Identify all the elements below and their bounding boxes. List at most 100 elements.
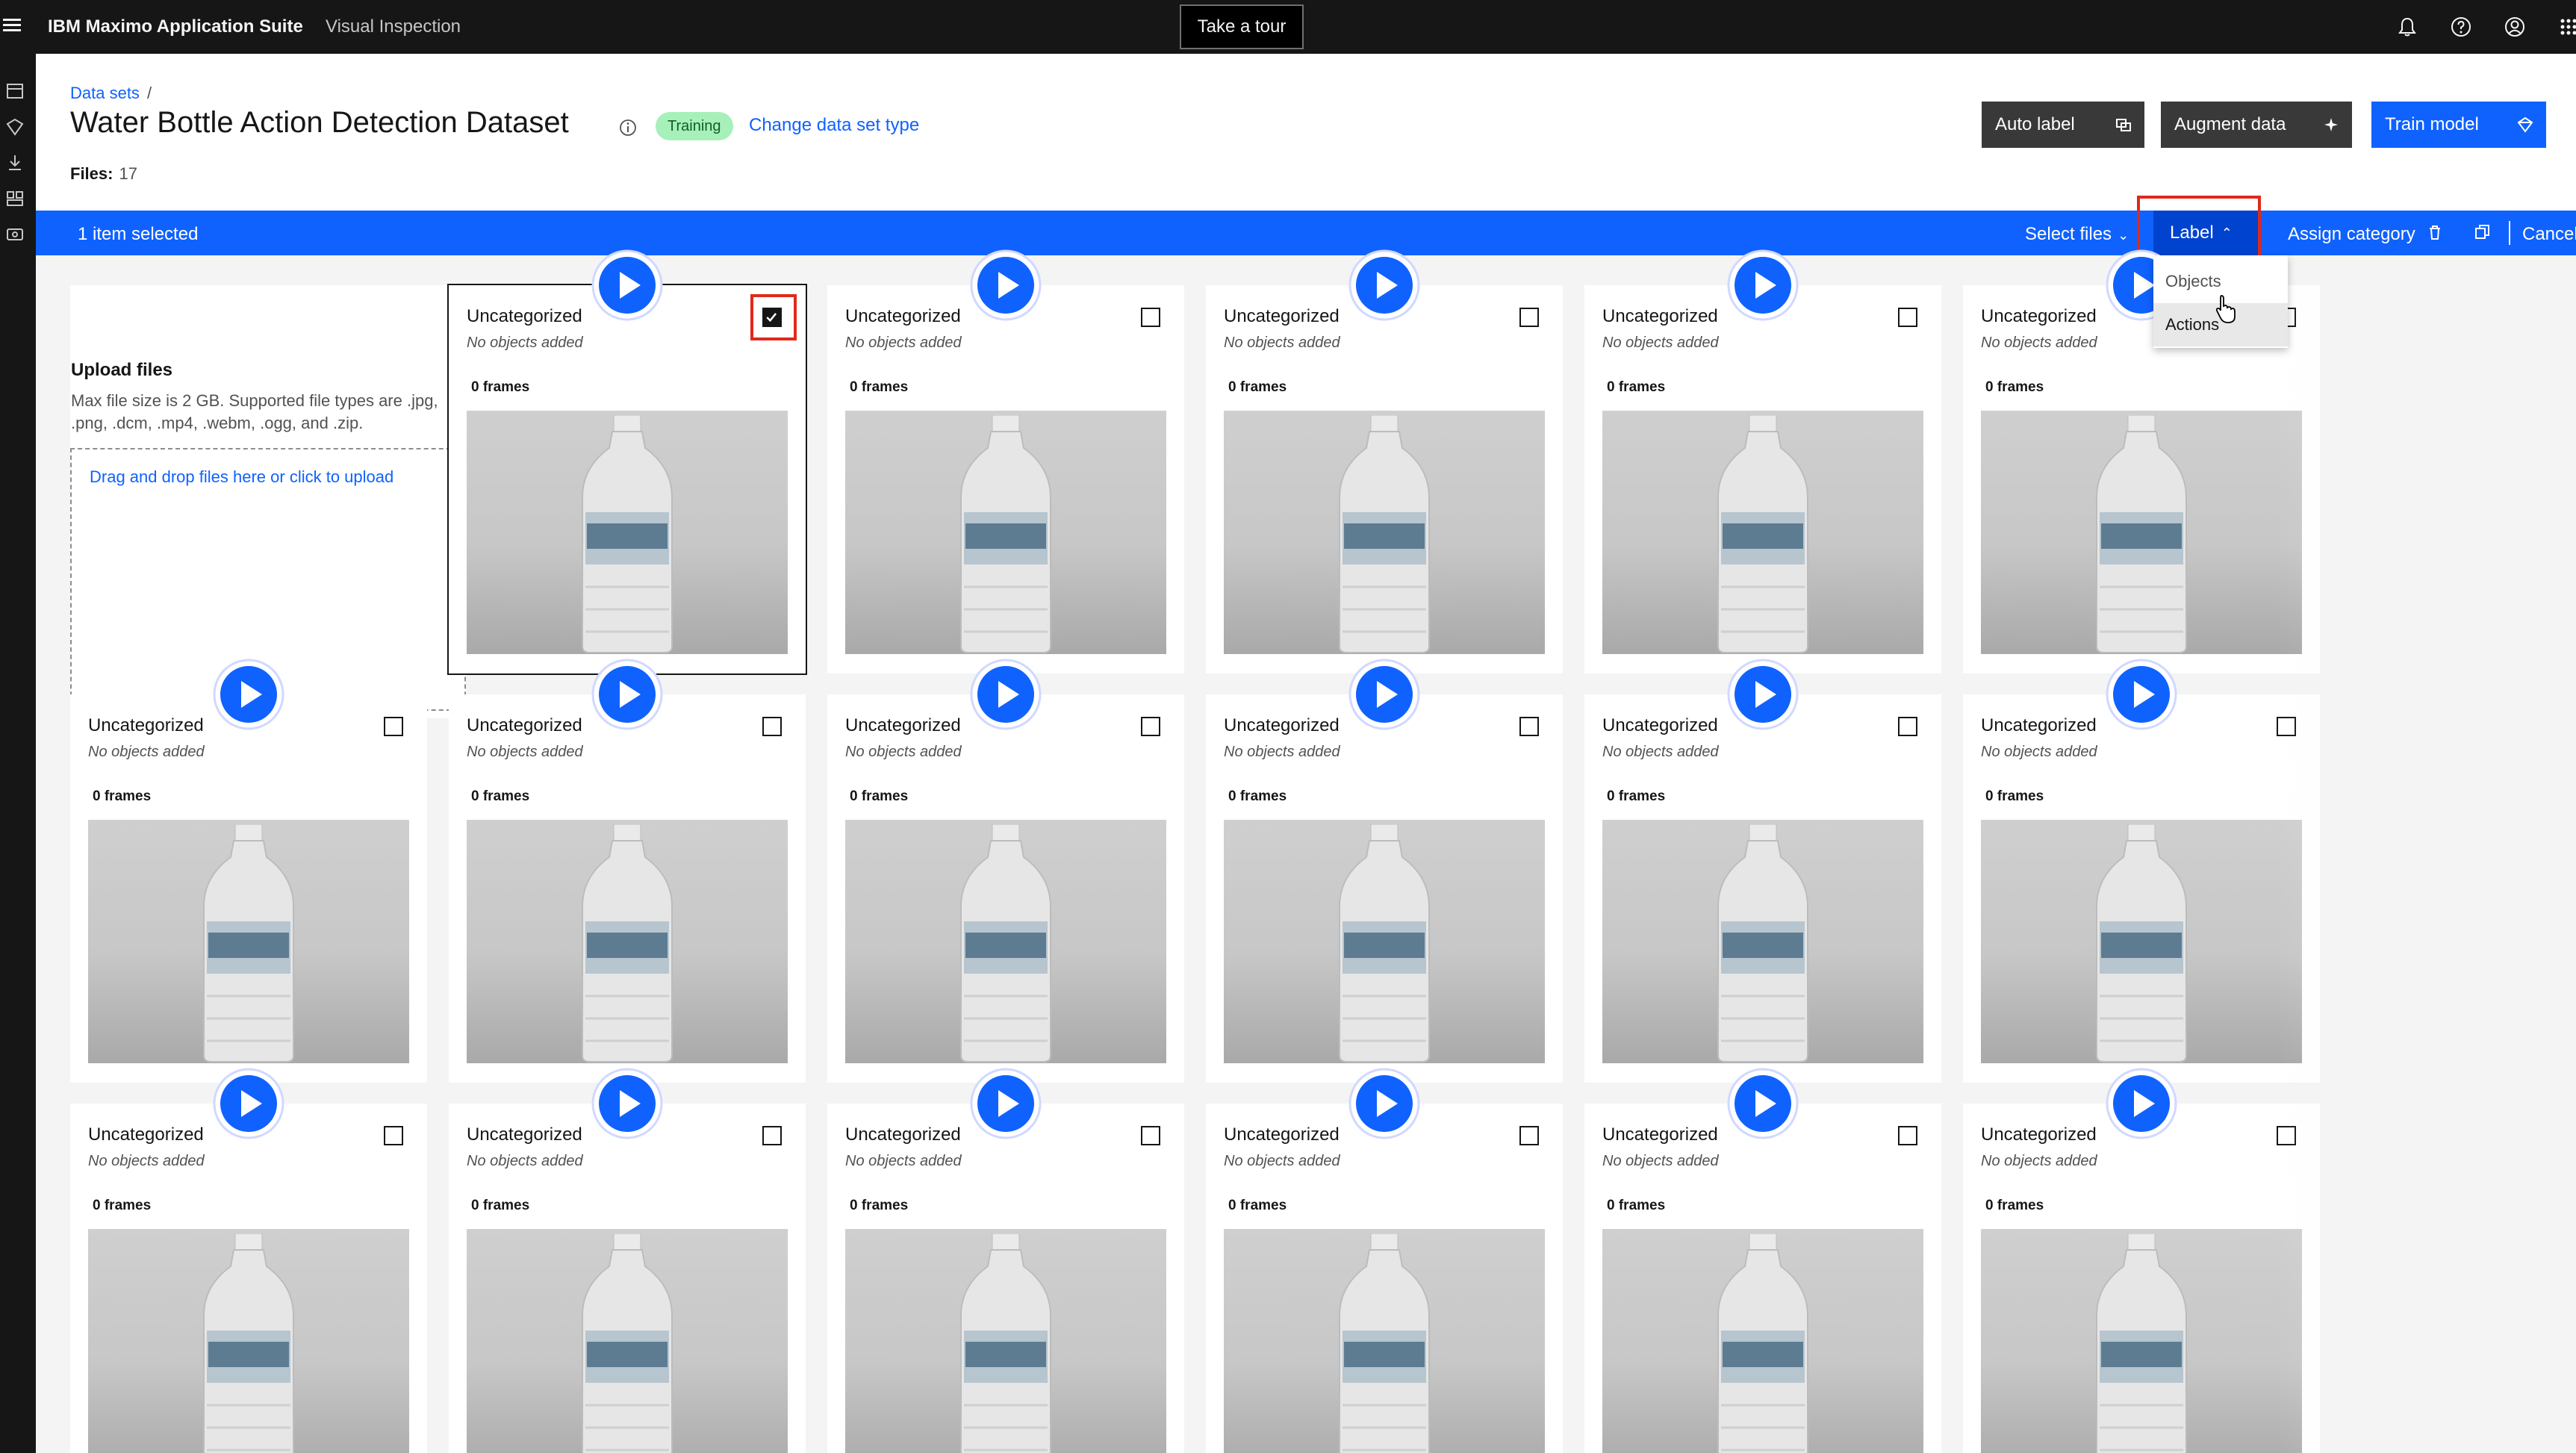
file-card[interactable]: Uncategorized No objects added 0 frames <box>447 284 807 675</box>
file-card[interactable]: Uncategorized No objects added 0 frames <box>1206 285 1563 673</box>
video-thumbnail[interactable] <box>1981 1229 2302 1453</box>
help-icon[interactable] <box>2449 15 2473 39</box>
video-thumbnail[interactable] <box>845 411 1166 654</box>
video-thumbnail[interactable] <box>467 820 788 1063</box>
video-thumbnail[interactable] <box>88 820 409 1063</box>
play-icon[interactable] <box>2104 1066 2179 1141</box>
augment-data-button[interactable]: Augment data <box>2161 102 2352 148</box>
file-card[interactable]: Uncategorized No objects added 0 frames <box>827 1104 1184 1453</box>
file-card[interactable]: Uncategorized No objects added 0 frames <box>70 694 427 1083</box>
info-icon[interactable] <box>618 118 638 137</box>
file-objects-status: No objects added <box>845 335 962 351</box>
file-card[interactable]: Uncategorized No objects added 0 frames <box>827 694 1184 1083</box>
video-thumbnail[interactable] <box>1224 411 1545 654</box>
file-select-checkbox[interactable] <box>1519 1126 1539 1145</box>
file-select-checkbox[interactable] <box>1898 717 1917 736</box>
delete-icon[interactable] <box>2425 223 2445 242</box>
play-icon[interactable] <box>1347 1066 1422 1141</box>
select-files-dropdown[interactable]: Select files ⌄ <box>2025 224 2129 245</box>
play-icon[interactable] <box>1347 248 1422 323</box>
file-card[interactable]: Uncategorized No objects added 0 frames <box>1963 694 2320 1083</box>
upload-dropzone-text[interactable]: Drag and drop files here or click to upl… <box>90 469 418 485</box>
file-card[interactable]: Uncategorized No objects added 0 frames <box>70 1104 427 1453</box>
play-icon[interactable] <box>968 1066 1043 1141</box>
file-select-checkbox[interactable] <box>1898 308 1917 327</box>
video-thumbnail[interactable] <box>1981 411 2302 654</box>
file-select-checkbox[interactable] <box>762 717 782 736</box>
file-card[interactable]: Uncategorized No objects added 0 frames <box>1584 1104 1941 1453</box>
file-card[interactable]: Uncategorized No objects added 0 frames <box>827 285 1184 673</box>
auto-label-button[interactable]: Auto label <box>1982 102 2144 148</box>
main-content: Data sets / Water Bottle Action Detection… <box>36 54 2576 1453</box>
video-thumbnail[interactable] <box>845 820 1166 1063</box>
change-data-set-type-link[interactable]: Change data set type <box>749 115 919 136</box>
breadcrumb-data-sets[interactable]: Data sets <box>70 84 140 102</box>
file-card[interactable]: Uncategorized No objects added 0 frames <box>1584 694 1941 1083</box>
file-objects-status: No objects added <box>845 744 962 760</box>
play-icon[interactable] <box>211 657 286 732</box>
file-select-checkbox[interactable] <box>2277 717 2296 736</box>
video-thumbnail[interactable] <box>1224 1229 1545 1453</box>
file-select-checkbox[interactable] <box>1898 1126 1917 1145</box>
play-icon[interactable] <box>590 657 665 732</box>
play-icon[interactable] <box>1726 248 1800 323</box>
file-frames-count: 0 frames <box>93 788 152 804</box>
file-card[interactable]: Uncategorized No objects added 0 frames <box>1206 694 1563 1083</box>
video-thumbnail[interactable] <box>1981 820 2302 1063</box>
play-icon[interactable] <box>968 248 1043 323</box>
deploy-icon[interactable] <box>4 152 25 173</box>
file-select-checkbox[interactable] <box>1141 717 1160 736</box>
file-category: Uncategorized <box>1981 306 2097 326</box>
play-icon[interactable] <box>590 1066 665 1141</box>
datasets-icon[interactable] <box>4 81 25 102</box>
file-card[interactable]: Uncategorized No objects added 0 frames <box>449 1104 806 1453</box>
file-select-checkbox[interactable] <box>1519 308 1539 327</box>
file-select-checkbox[interactable] <box>762 1126 782 1145</box>
notification-icon[interactable] <box>2395 15 2419 39</box>
play-icon[interactable] <box>2104 657 2179 732</box>
file-card[interactable]: Uncategorized No objects added 0 frames <box>1206 1104 1563 1453</box>
file-select-checkbox[interactable] <box>1519 717 1539 736</box>
play-icon[interactable] <box>1726 1066 1800 1141</box>
user-icon[interactable] <box>2503 15 2527 39</box>
cancel-selection-button[interactable]: Cancel <box>2522 224 2576 245</box>
menu-icon[interactable] <box>3 16 21 34</box>
duplicate-icon[interactable] <box>2473 223 2492 242</box>
projects-icon[interactable] <box>4 188 25 209</box>
file-card[interactable]: Uncategorized No objects added 0 frames <box>449 694 806 1083</box>
file-category: Uncategorized <box>467 306 582 326</box>
file-select-checkbox[interactable] <box>384 717 403 736</box>
video-thumbnail[interactable] <box>88 1229 409 1453</box>
video-thumbnail[interactable] <box>467 1229 788 1453</box>
file-select-checkbox[interactable] <box>2277 1126 2296 1145</box>
brand-name[interactable]: IBM Maximo Application Suite <box>48 16 303 37</box>
file-objects-status: No objects added <box>1224 1153 1340 1169</box>
file-card[interactable]: Uncategorized No objects added 0 frames <box>1584 285 1941 673</box>
play-icon[interactable] <box>968 657 1043 732</box>
file-card[interactable]: Uncategorized No objects added 0 frames <box>1963 1104 2320 1453</box>
take-a-tour-button[interactable]: Take a tour <box>1180 4 1304 49</box>
video-thumbnail[interactable] <box>1602 1229 1923 1453</box>
file-select-checkbox[interactable] <box>1141 1126 1160 1145</box>
video-thumbnail[interactable] <box>467 411 788 654</box>
file-category: Uncategorized <box>467 1124 582 1145</box>
play-icon[interactable] <box>211 1066 286 1141</box>
video-thumbnail[interactable] <box>1602 411 1923 654</box>
file-select-checkbox[interactable] <box>384 1126 403 1145</box>
app-switcher-icon[interactable] <box>2557 15 2576 39</box>
play-icon[interactable] <box>1347 657 1422 732</box>
assign-category-button[interactable]: Assign category <box>2288 224 2415 245</box>
file-select-checkbox[interactable] <box>1141 308 1160 327</box>
train-model-button[interactable]: Train model <box>2371 102 2546 148</box>
devices-icon[interactable] <box>4 224 25 245</box>
video-thumbnail[interactable] <box>845 1229 1166 1453</box>
play-icon[interactable] <box>590 248 665 323</box>
file-objects-status: No objects added <box>1602 1153 1719 1169</box>
file-category: Uncategorized <box>1602 715 1718 735</box>
play-icon[interactable] <box>1726 657 1800 732</box>
file-category: Uncategorized <box>845 306 961 326</box>
pointer-cursor-icon <box>2215 295 2236 323</box>
video-thumbnail[interactable] <box>1602 820 1923 1063</box>
video-thumbnail[interactable] <box>1224 820 1545 1063</box>
models-icon[interactable] <box>4 116 25 137</box>
